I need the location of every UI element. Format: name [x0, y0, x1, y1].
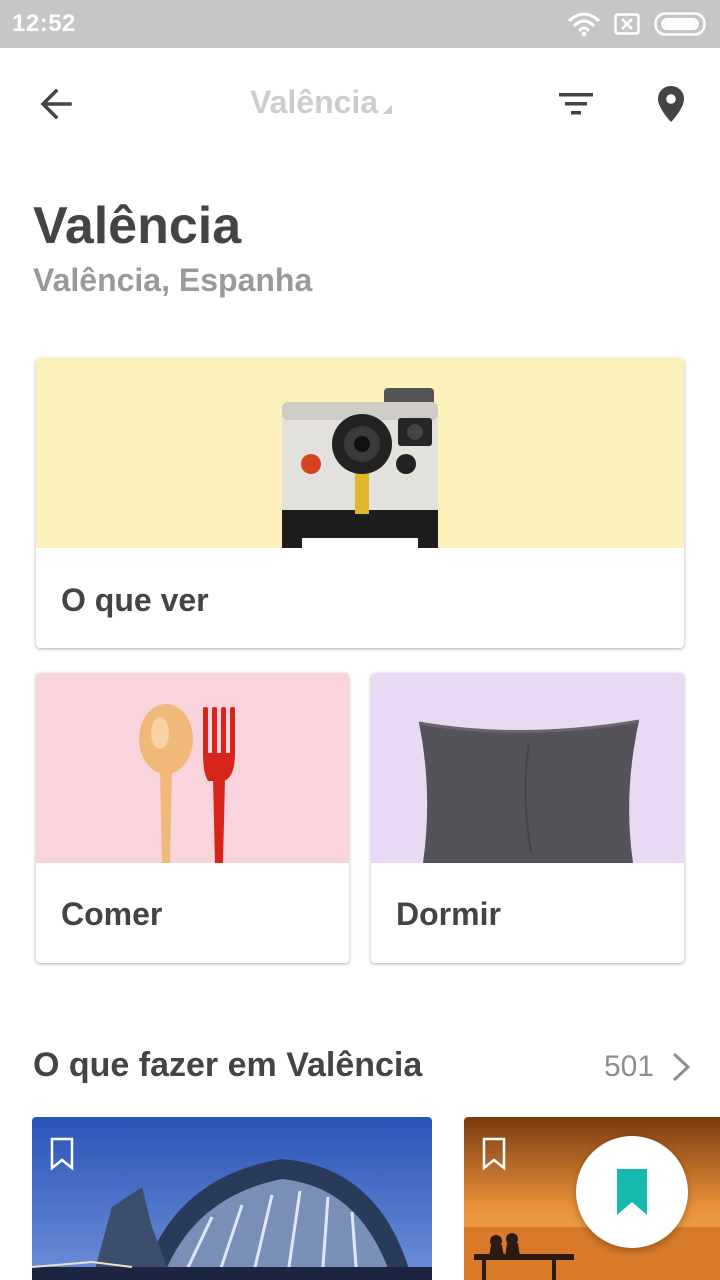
arrow-back-icon	[40, 88, 72, 120]
filter-icon	[559, 93, 593, 115]
page-title: Valência	[33, 197, 242, 255]
battery-icon	[654, 12, 706, 36]
dropdown-caret-icon	[383, 105, 393, 114]
pillow-icon	[418, 719, 640, 863]
chevron-right-icon[interactable]	[668, 1050, 694, 1084]
page-subtitle: Valência, Espanha	[33, 262, 313, 298]
category-label: Dormir	[396, 896, 501, 932]
category-label: O que ver	[61, 582, 209, 618]
back-button[interactable]	[30, 78, 82, 130]
category-image-pillow	[371, 673, 684, 863]
section-title: O que fazer em Valência	[33, 1046, 423, 1084]
location-selector-label: Valência	[250, 84, 379, 120]
category-label: Comer	[61, 896, 163, 932]
location-selector[interactable]: Valência	[250, 84, 393, 121]
sim-blocked-icon	[614, 13, 640, 35]
wifi-icon	[568, 12, 600, 37]
bookmark-outline-icon[interactable]	[482, 1137, 506, 1171]
category-card-eat[interactable]: Comer	[36, 673, 349, 963]
city-of-arts-photo	[32, 1117, 432, 1280]
status-icons	[568, 10, 708, 38]
bookmark-outline-icon[interactable]	[50, 1137, 74, 1171]
category-image-camera	[36, 358, 684, 548]
status-time: 12:52	[12, 10, 76, 37]
category-card-sleep[interactable]: Dormir	[371, 673, 684, 963]
bookmark-filled-icon	[617, 1169, 647, 1215]
filter-button[interactable]	[550, 78, 602, 130]
spoon-fork-icon	[139, 704, 235, 863]
saved-places-button[interactable]	[576, 1136, 688, 1248]
section-count[interactable]: 501	[604, 1050, 654, 1084]
category-card-what-to-see[interactable]: O que ver	[36, 358, 684, 648]
activity-card-image[interactable]	[32, 1117, 432, 1280]
map-button[interactable]	[645, 78, 697, 130]
status-bar: 12:52	[0, 0, 720, 48]
instant-camera-icon	[282, 388, 438, 548]
app-bar: Valência	[0, 48, 720, 160]
location-pin-icon	[658, 86, 684, 122]
category-image-cutlery	[36, 673, 349, 863]
